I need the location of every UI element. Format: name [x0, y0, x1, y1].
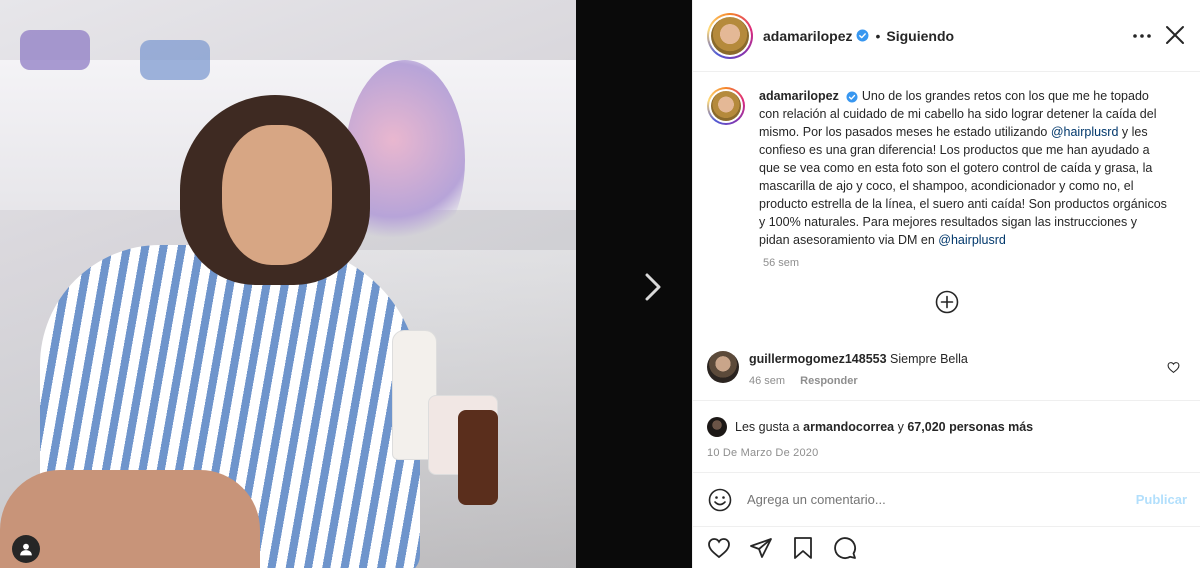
plus-circle-icon — [935, 290, 959, 314]
likes-user-link[interactable]: armandocorrea — [803, 420, 894, 434]
like-button[interactable] — [705, 534, 733, 562]
user-tag-button[interactable] — [12, 535, 40, 563]
emoji-button[interactable] — [707, 487, 733, 513]
post-header: adamarilopez • Siguiendo — [693, 0, 1200, 72]
post-actions — [693, 526, 1200, 568]
post-date: 10 De Marzo De 2020 — [707, 447, 819, 459]
avatar[interactable] — [707, 87, 745, 125]
comment-button[interactable] — [831, 534, 859, 562]
comment-icon — [834, 536, 856, 559]
comment-username[interactable]: guillermogomez148553 — [749, 352, 887, 366]
person-face — [222, 125, 332, 265]
comment-item: guillermogomez148553 Siempre Bella 46 se… — [707, 351, 1187, 390]
caption-section: adamarilopez Uno de los grandes retos co… — [693, 73, 1200, 400]
close-icon — [1166, 26, 1184, 44]
user-tag-icon — [20, 543, 32, 556]
heart-icon — [708, 537, 730, 558]
comment-composer: Publicar — [693, 472, 1200, 526]
header-username[interactable]: adamarilopez — [763, 28, 852, 44]
likes-prefix: Les gusta a — [735, 420, 800, 434]
media-gap — [576, 0, 692, 568]
likes-count-link[interactable]: 67,020 personas más — [907, 420, 1033, 434]
save-button[interactable] — [789, 534, 817, 562]
close-button[interactable] — [1160, 20, 1190, 50]
caption-text: adamarilopez Uno de los grandes retos co… — [759, 87, 1169, 249]
next-post-button[interactable] — [636, 270, 670, 304]
likes-conjunction: y — [897, 420, 904, 434]
separator-dot: • — [875, 27, 881, 44]
more-options-icon — [1133, 34, 1151, 38]
chevron-right-icon — [645, 273, 661, 301]
verified-badge-icon — [856, 29, 869, 42]
publish-button[interactable]: Publicar — [1136, 492, 1187, 507]
like-comment-button[interactable] — [1167, 361, 1181, 375]
avatar[interactable] — [707, 12, 753, 59]
avatar[interactable] — [707, 417, 727, 437]
bookmark-icon — [794, 536, 812, 559]
heart-icon — [1167, 362, 1180, 374]
comment-timestamp: 46 sem — [749, 375, 786, 387]
emoji-icon — [708, 488, 732, 511]
load-more-comments-button[interactable] — [934, 289, 960, 315]
share-button[interactable] — [747, 534, 775, 562]
post-side-panel: adamarilopez • Siguiendo adamarilopez Un… — [692, 0, 1200, 568]
comment-text: Siempre Bella — [890, 352, 968, 366]
decor-vase — [20, 30, 90, 70]
caption-username[interactable]: adamarilopez — [759, 89, 839, 103]
more-options-button[interactable] — [1128, 22, 1156, 50]
caption-body-part: y les confieso es una gran diferencia! L… — [759, 125, 1167, 247]
caption-timestamp: 56 sem — [763, 257, 800, 269]
mention-link[interactable]: @hairplusrd — [1051, 125, 1119, 139]
paper-plane-icon — [750, 537, 772, 558]
following-button[interactable]: Siguiendo — [886, 28, 954, 44]
reply-button[interactable]: Responder — [800, 375, 857, 387]
avatar[interactable] — [707, 351, 739, 383]
product-dropper — [458, 410, 498, 505]
comment-input[interactable] — [747, 492, 1136, 507]
likes-section: Les gusta a armandocorrea y 67,020 perso… — [693, 400, 1200, 470]
verified-badge-icon — [846, 91, 858, 103]
mention-link[interactable]: @hairplusrd — [938, 233, 1006, 247]
decor-vase — [140, 40, 210, 80]
post-photo[interactable] — [0, 0, 576, 568]
